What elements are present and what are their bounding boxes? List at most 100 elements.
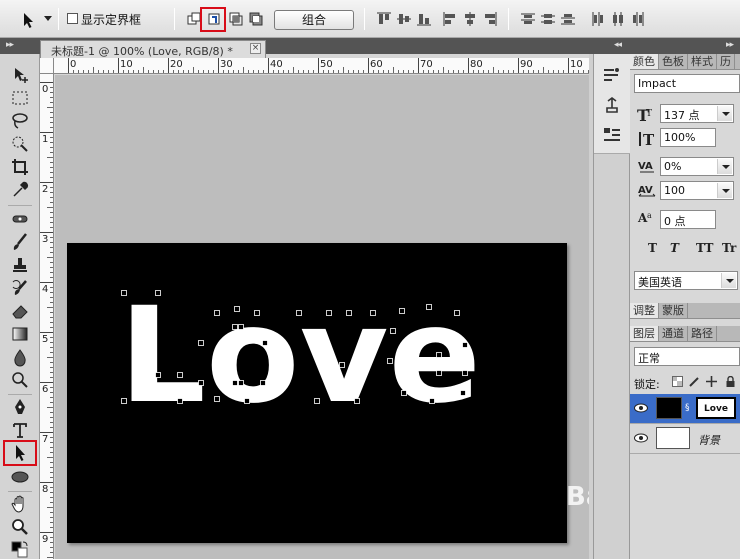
blur-icon[interactable] bbox=[10, 347, 30, 367]
quick-select-icon[interactable] bbox=[10, 134, 30, 154]
align-horizontal-center-icon[interactable] bbox=[462, 11, 478, 27]
path-anchor-point[interactable] bbox=[426, 304, 432, 310]
path-anchor-point[interactable] bbox=[346, 310, 352, 316]
distribute-top-icon[interactable] bbox=[520, 11, 536, 27]
path-anchor-point[interactable] bbox=[214, 396, 220, 402]
faux-italic-button[interactable]: T bbox=[670, 241, 679, 255]
path-anchor-point[interactable] bbox=[436, 352, 442, 358]
tracking-field[interactable]: 100 bbox=[660, 181, 734, 200]
path-anchor-point[interactable] bbox=[462, 342, 468, 348]
path-anchor-point[interactable] bbox=[454, 310, 460, 316]
intersect-shape-area-icon[interactable] bbox=[228, 11, 244, 27]
tab-paths[interactable]: 路径 bbox=[688, 326, 717, 341]
small-caps-button[interactable]: Tr bbox=[722, 241, 736, 255]
path-anchor-point[interactable] bbox=[387, 358, 393, 364]
document-tab[interactable]: 未标题-1 @ 100% (Love, RGB/8) * × bbox=[40, 40, 266, 58]
path-anchor-point[interactable] bbox=[262, 340, 268, 346]
zoom-icon[interactable] bbox=[10, 517, 30, 537]
combine-button[interactable]: 组合 bbox=[274, 10, 354, 30]
path-anchor-point[interactable] bbox=[177, 372, 183, 378]
align-left-icon[interactable] bbox=[442, 11, 458, 27]
distribute-left-icon[interactable] bbox=[590, 11, 606, 27]
ellipse-icon[interactable] bbox=[10, 467, 30, 487]
path-anchor-point[interactable] bbox=[326, 310, 332, 316]
brush-icon[interactable] bbox=[10, 232, 30, 252]
tracking-dropdown-icon[interactable] bbox=[717, 183, 732, 198]
distribute-vcenter-icon[interactable] bbox=[540, 11, 556, 27]
path-anchor-point[interactable] bbox=[429, 398, 435, 404]
path-anchor-point[interactable] bbox=[436, 370, 442, 376]
path-anchor-point[interactable] bbox=[390, 328, 396, 334]
lock-all-icon[interactable] bbox=[725, 376, 736, 387]
path-anchor-point[interactable] bbox=[121, 398, 127, 404]
tab-layers[interactable]: 图层 bbox=[630, 326, 659, 341]
clone-source-panel-icon[interactable] bbox=[602, 96, 622, 114]
show-bounding-box-checkbox[interactable] bbox=[67, 13, 78, 24]
faux-bold-button[interactable]: T bbox=[648, 241, 657, 255]
marquee-icon[interactable] bbox=[10, 88, 30, 108]
vertical-scale-field[interactable]: 100% bbox=[660, 128, 716, 147]
tracking-percent-field[interactable]: 0% bbox=[660, 157, 734, 176]
history-brush-icon[interactable] bbox=[10, 278, 30, 298]
horizontal-ruler[interactable]: 0 10 20 30 40 50 60 70 80 90 10 bbox=[54, 58, 589, 74]
layer-row-background[interactable]: 背景 bbox=[630, 424, 740, 454]
tool-preset-picker-icon[interactable] bbox=[20, 11, 38, 29]
close-document-icon[interactable]: × bbox=[250, 43, 261, 54]
path-anchor-point[interactable] bbox=[155, 290, 161, 296]
language-dropdown-icon[interactable] bbox=[721, 273, 736, 288]
tab-history[interactable]: 历 bbox=[717, 54, 735, 69]
all-caps-button[interactable]: TT bbox=[696, 241, 713, 255]
color-swatches-icon[interactable] bbox=[10, 540, 30, 559]
path-anchor-point[interactable] bbox=[238, 380, 244, 386]
path-anchor-point[interactable] bbox=[177, 398, 183, 404]
align-right-icon[interactable] bbox=[482, 11, 498, 27]
lasso-icon[interactable] bbox=[10, 111, 30, 131]
toolbox-collapse-icon[interactable]: ▸▸ bbox=[6, 40, 14, 50]
ruler-origin[interactable] bbox=[40, 58, 54, 74]
path-anchor-point[interactable] bbox=[260, 380, 266, 386]
distribute-hcenter-icon[interactable] bbox=[610, 11, 626, 27]
lock-position-icon[interactable] bbox=[706, 376, 717, 387]
tab-color[interactable]: 颜色 bbox=[630, 54, 659, 69]
stamp-icon[interactable] bbox=[10, 255, 30, 275]
path-anchor-point[interactable] bbox=[460, 390, 466, 396]
path-anchor-point[interactable] bbox=[121, 290, 127, 296]
distribute-bottom-icon[interactable] bbox=[560, 11, 576, 27]
visibility-eye-icon[interactable] bbox=[634, 403, 648, 413]
align-bottom-icon[interactable] bbox=[416, 11, 432, 27]
tab-swatches[interactable]: 色板 bbox=[659, 54, 688, 69]
align-top-icon[interactable] bbox=[376, 11, 392, 27]
tab-channels[interactable]: 通道 bbox=[659, 326, 688, 341]
path-anchor-point[interactable] bbox=[370, 310, 376, 316]
tracking-percent-dropdown-icon[interactable] bbox=[717, 159, 732, 174]
path-anchor-point[interactable] bbox=[155, 372, 161, 378]
language-field[interactable]: 美国英语 bbox=[634, 271, 738, 290]
font-size-field[interactable]: 137 点 bbox=[660, 104, 734, 123]
path-anchor-point[interactable] bbox=[198, 340, 204, 346]
path-anchor-point[interactable] bbox=[296, 310, 302, 316]
baseline-shift-field[interactable]: 0 点 bbox=[660, 210, 716, 229]
layer-row-love[interactable]: § Love bbox=[630, 394, 740, 424]
path-anchor-point[interactable] bbox=[462, 370, 468, 376]
pen-icon[interactable] bbox=[10, 397, 30, 417]
visibility-eye-icon[interactable] bbox=[634, 433, 648, 443]
blend-mode-field[interactable]: 正常 bbox=[634, 347, 740, 366]
love-text-paths[interactable]: Love bbox=[67, 243, 567, 543]
path-anchor-point[interactable] bbox=[254, 310, 260, 316]
path-anchor-point[interactable] bbox=[399, 308, 405, 314]
document-canvas[interactable]: Love bbox=[67, 243, 567, 543]
exclude-shape-area-icon[interactable] bbox=[248, 11, 264, 27]
eraser-icon[interactable] bbox=[10, 301, 30, 321]
eyedropper-icon[interactable] bbox=[10, 180, 30, 200]
tab-adjustments[interactable]: 调整 bbox=[630, 303, 659, 318]
path-anchor-point[interactable] bbox=[314, 398, 320, 404]
path-anchor-point[interactable] bbox=[214, 310, 220, 316]
path-anchor-point[interactable] bbox=[354, 398, 360, 404]
path-anchor-point[interactable] bbox=[401, 390, 407, 396]
hand-icon[interactable] bbox=[10, 494, 30, 514]
path-anchor-point[interactable] bbox=[234, 306, 240, 312]
path-anchor-point[interactable] bbox=[339, 362, 345, 368]
distribute-right-icon[interactable] bbox=[630, 11, 646, 27]
path-anchor-point[interactable] bbox=[198, 380, 204, 386]
vertical-ruler[interactable]: 0 1 2 3 4 5 6 7 8 9 bbox=[40, 74, 54, 559]
